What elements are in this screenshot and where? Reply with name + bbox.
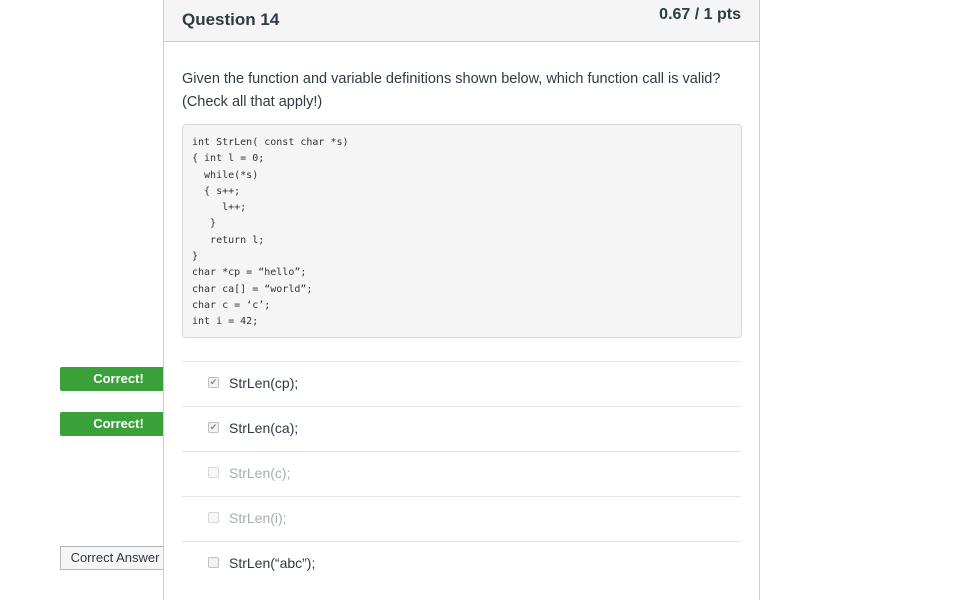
code-text: int StrLen( const char *s) { int l = 0; … xyxy=(192,137,349,328)
correct-flag: Correct! xyxy=(60,412,177,436)
checkbox-empty-icon[interactable] xyxy=(208,512,219,523)
answer-option[interactable]: StrLen(c); xyxy=(182,451,741,496)
correct-flag: Correct! xyxy=(60,367,177,391)
answer-label: StrLen(c); xyxy=(229,465,291,481)
correct-answer-label: Correct Answer xyxy=(70,550,160,565)
question-points: 0.67 / 1 pts xyxy=(659,6,741,23)
question-card: Question 14 0.67 / 1 pts Given the funct… xyxy=(163,0,760,600)
correct-answer-flag: Correct Answer xyxy=(60,546,178,570)
question-text-line: Given the function and variable definiti… xyxy=(182,71,721,87)
checkbox-empty-icon[interactable] xyxy=(208,557,219,568)
answer-option[interactable]: ✔ StrLen(cp); xyxy=(182,361,741,406)
answer-option[interactable]: StrLen(i); xyxy=(182,496,741,541)
answer-option[interactable]: StrLen(“abc”); xyxy=(182,541,741,586)
answer-label: StrLen(“abc”); xyxy=(229,555,316,571)
answer-label: StrLen(i); xyxy=(229,510,287,526)
checkbox-empty-icon[interactable] xyxy=(208,467,219,478)
checkbox-checked-icon[interactable]: ✔ xyxy=(208,422,219,433)
answer-label: StrLen(cp); xyxy=(229,375,299,391)
answer-option[interactable]: ✔ StrLen(ca); xyxy=(182,406,741,451)
checkbox-checked-icon[interactable]: ✔ xyxy=(208,377,219,388)
question-header: Question 14 0.67 / 1 pts xyxy=(164,0,759,42)
question-title: Question 14 xyxy=(182,10,280,29)
code-block: int StrLen( const char *s) { int l = 0; … xyxy=(182,124,742,338)
question-text: Given the function and variable definiti… xyxy=(182,68,747,114)
question-text-line: (Check all that apply!) xyxy=(182,94,323,110)
answer-label: StrLen(ca); xyxy=(229,420,299,436)
